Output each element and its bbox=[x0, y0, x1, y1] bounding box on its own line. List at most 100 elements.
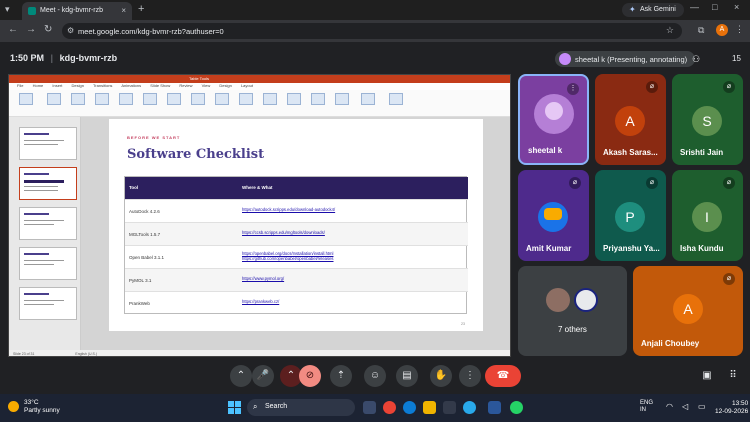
site-info-icon[interactable]: ⚙ bbox=[67, 26, 74, 35]
participant-name: Akash Saras... bbox=[603, 148, 658, 157]
ribbon-button bbox=[19, 93, 33, 105]
slide-kicker: BEFORE WE START bbox=[127, 135, 181, 140]
activities-icon[interactable]: ⠿ bbox=[722, 365, 744, 387]
raise-hand-button[interactable]: ✋ bbox=[430, 365, 452, 387]
ppt-ribbon bbox=[9, 90, 510, 117]
tool-link-group[interactable]: https://openbabel.org/docs/Installation/… bbox=[242, 251, 334, 261]
tool-name: Open Babel 3.1.1 bbox=[129, 255, 165, 260]
browser-tab[interactable]: Meet - kdg-bvmr-rzb × bbox=[22, 2, 132, 20]
table-header-tool: Tool bbox=[129, 185, 139, 190]
close-tab-icon[interactable]: × bbox=[121, 6, 126, 15]
table-row: Open Babel 3.1.1 https://openbabel.org/d… bbox=[125, 245, 468, 268]
status-language: English (U.S.) bbox=[75, 352, 97, 356]
tool-link[interactable]: https://ccsb.scripps.edu/mgltools/downlo… bbox=[242, 230, 325, 235]
volume-icon[interactable]: ◁ bbox=[682, 402, 688, 411]
tool-link-secondary[interactable]: https://github.com/openbabel/openbabel/r… bbox=[242, 256, 334, 261]
present-button[interactable]: ⇡ bbox=[330, 365, 352, 387]
windows-taskbar: 33°C Partly sunny ⌕ Search ENG IN ◠ ◁ ▭ … bbox=[0, 394, 750, 422]
presenter-chip-label: sheetal k (Presenting, annotating) bbox=[575, 55, 688, 64]
ppt-menu-item: Layout bbox=[240, 83, 253, 88]
browser-menu-icon[interactable]: ⋮ bbox=[735, 24, 744, 35]
microphone-button[interactable]: 🎤 bbox=[252, 365, 274, 387]
camera-off-button[interactable]: ⊘ bbox=[299, 365, 321, 387]
maximize-icon[interactable]: □ bbox=[712, 2, 717, 12]
extensions-icon[interactable]: ⧉ bbox=[698, 25, 704, 36]
weather-widget[interactable]: 33°C Partly sunny bbox=[8, 399, 60, 415]
tool-link[interactable]: https://www.pymol.org/ bbox=[242, 276, 284, 281]
others-count-label: 7 others bbox=[558, 325, 587, 334]
others-tile[interactable]: 7 others bbox=[518, 266, 627, 356]
presenter-chip[interactable]: sheetal k (Presenting, annotating) bbox=[555, 51, 696, 67]
new-tab-icon[interactable]: + bbox=[138, 3, 144, 15]
end-call-button[interactable]: ☎ bbox=[485, 365, 521, 387]
browser-tab-strip: ▾ Meet - kdg-bvmr-rzb × + ✦ Ask Gemini —… bbox=[0, 0, 750, 20]
participant-tile[interactable]: ⌀ A Anjali Choubey bbox=[633, 266, 743, 356]
chat-icon[interactable]: ▣ bbox=[696, 365, 718, 387]
captions-button[interactable]: ▤ bbox=[396, 365, 418, 387]
meeting-info: 1:50 PM | kdg-bvmr-rzb bbox=[10, 53, 118, 63]
participant-avatar-image bbox=[534, 94, 574, 134]
ppt-menu-item: View bbox=[201, 83, 211, 88]
ppt-menu-item: Home bbox=[32, 83, 44, 88]
taskbar-search[interactable]: ⌕ Search bbox=[247, 399, 355, 416]
ppt-menu-item: Design bbox=[71, 83, 84, 88]
telegram-icon[interactable] bbox=[463, 401, 476, 414]
people-icon[interactable]: ⚇ bbox=[692, 54, 700, 65]
back-icon[interactable]: ← bbox=[8, 24, 18, 35]
slide-thumbnail-selected bbox=[19, 167, 77, 200]
more-audio-options-icon[interactable]: ⌃ bbox=[230, 365, 252, 387]
window-close-icon[interactable]: × bbox=[734, 2, 739, 12]
url-text: meet.google.com/kdg-bvmr-rzb?authuser=0 bbox=[78, 27, 224, 36]
forward-icon[interactable]: → bbox=[26, 24, 36, 35]
word-icon[interactable] bbox=[488, 401, 501, 414]
bookmark-star-icon[interactable]: ☆ bbox=[666, 25, 674, 36]
taskbar-search-label: Search bbox=[265, 403, 288, 410]
tool-link[interactable]: https://autodock.scripps.edu/download-au… bbox=[242, 207, 335, 212]
edge-icon[interactable] bbox=[403, 401, 416, 414]
tab-search-icon[interactable]: ▾ bbox=[5, 4, 10, 15]
participant-tile[interactable]: ⌀ P Priyanshu Ya... bbox=[595, 170, 666, 261]
participant-avatar: A bbox=[615, 106, 645, 136]
speaking-icon: ⋮ bbox=[567, 83, 579, 95]
store-icon[interactable] bbox=[443, 401, 456, 414]
ppt-menu-item: Slide Show bbox=[150, 83, 171, 88]
sun-icon bbox=[8, 401, 19, 412]
participant-count: 15 bbox=[732, 54, 741, 63]
profile-avatar[interactable]: A bbox=[716, 24, 728, 36]
tool-name: MGLTools 1.5.7 bbox=[129, 232, 161, 237]
reload-icon[interactable]: ↻ bbox=[44, 24, 52, 35]
ppt-menu-item: Transitions bbox=[93, 83, 113, 88]
ribbon-button bbox=[143, 93, 157, 105]
emoji-reactions-button[interactable]: ☺ bbox=[364, 365, 386, 387]
ribbon-button bbox=[287, 93, 301, 105]
chrome-icon[interactable] bbox=[383, 401, 396, 414]
participant-tile[interactable]: ⌀ Amit Kumar bbox=[518, 170, 589, 261]
ribbon-button bbox=[47, 93, 61, 105]
minimize-icon[interactable]: — bbox=[690, 2, 699, 12]
ppt-menu-item: Insert bbox=[52, 83, 63, 88]
wifi-icon[interactable]: ◠ bbox=[666, 402, 673, 411]
ppt-title-bar: Table Tools bbox=[9, 75, 510, 83]
slide-thumbnail bbox=[19, 207, 77, 240]
whatsapp-icon[interactable] bbox=[510, 401, 523, 414]
table-row: PrankWeb https://prankweb.cz/ bbox=[125, 291, 468, 314]
software-table: Tool Where & What AutoDock 4.2.6 https:/… bbox=[124, 176, 468, 314]
battery-icon[interactable]: ▭ bbox=[698, 402, 706, 411]
ribbon-button bbox=[215, 93, 229, 105]
taskbar-clock[interactable]: 13:50 12-09-2026 bbox=[715, 400, 748, 416]
participant-tile[interactable]: ⌀ I Isha Kundu bbox=[672, 170, 743, 261]
participant-tile[interactable]: ⌀ S Srishti Jain bbox=[672, 74, 743, 165]
ask-gemini-button[interactable]: ✦ Ask Gemini bbox=[622, 3, 684, 17]
participant-tile[interactable]: ⌀ A Akash Saras... bbox=[595, 74, 666, 165]
participant-avatar: A bbox=[673, 294, 703, 324]
url-input[interactable]: ⚙ meet.google.com/kdg-bvmr-rzb?authuser=… bbox=[62, 23, 682, 39]
task-view-icon[interactable] bbox=[363, 401, 376, 414]
file-explorer-icon[interactable] bbox=[423, 401, 436, 414]
ribbon-button bbox=[389, 93, 403, 105]
windows-start-icon[interactable] bbox=[228, 401, 241, 414]
participant-name: Priyanshu Ya... bbox=[603, 244, 660, 253]
participant-tile[interactable]: ⋮ sheetal k bbox=[518, 74, 589, 165]
tool-link[interactable]: https://prankweb.cz/ bbox=[242, 299, 279, 304]
system-tray[interactable]: ENG IN bbox=[640, 400, 653, 414]
more-options-button[interactable]: ⋮ bbox=[459, 365, 481, 387]
